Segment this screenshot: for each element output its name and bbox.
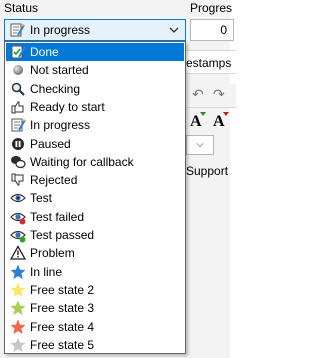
eye-icon xyxy=(10,190,26,206)
list-item-label: Paused xyxy=(30,136,71,151)
list-item-label: Free state 3 xyxy=(30,301,95,316)
in-progress-icon xyxy=(10,117,26,133)
list-item-label: Free state 2 xyxy=(30,282,95,297)
list-item-label: Not started xyxy=(30,63,89,78)
list-item-done[interactable]: Done xyxy=(6,43,184,61)
list-item-label: Done xyxy=(30,45,59,59)
status-label: Status xyxy=(4,1,39,15)
list-item-rejected[interactable]: Rejected xyxy=(6,171,184,189)
progress-input[interactable]: 0 xyxy=(190,19,234,41)
status-combobox[interactable]: In progress xyxy=(4,19,186,41)
list-item-free-state-2[interactable]: Free state 2 xyxy=(6,281,184,299)
list-item-test-failed[interactable]: Test failed xyxy=(6,208,184,226)
list-item-test-passed[interactable]: Test passed xyxy=(6,226,184,244)
list-item-test[interactable]: Test xyxy=(6,189,184,207)
magnifier-icon xyxy=(10,81,26,97)
thumbs-down-icon xyxy=(10,172,26,188)
list-item-label: Checking xyxy=(30,81,81,96)
list-item-label: Test passed xyxy=(30,228,95,242)
status-value: In progress xyxy=(30,23,91,37)
chevron-down-icon[interactable]: ⌵ xyxy=(186,135,214,155)
in-progress-icon xyxy=(9,22,25,38)
list-item-label: Rejected xyxy=(30,173,78,188)
font-grow-icon xyxy=(200,112,206,116)
gray-circle-icon xyxy=(10,62,26,78)
pause-icon xyxy=(10,136,26,152)
list-item-label: Free state 4 xyxy=(30,319,95,334)
list-item-label: Free state 5 xyxy=(30,337,95,352)
eye-red-icon xyxy=(10,209,26,225)
eye-green-icon xyxy=(10,227,26,243)
list-item-free-state-4[interactable]: Free state 4 xyxy=(6,318,184,336)
thumbs-up-icon xyxy=(10,99,26,115)
list-item-not-started[interactable]: Not started xyxy=(6,61,184,79)
list-item-label: Test xyxy=(30,191,53,206)
yellow-star-icon xyxy=(10,282,26,298)
list-item-paused[interactable]: Paused xyxy=(6,135,184,153)
support-text: Support xyxy=(186,164,229,178)
red-star-icon xyxy=(10,319,26,335)
speech-bubbles-icon xyxy=(10,154,26,170)
list-item-label: Test failed xyxy=(30,209,85,224)
list-item-label: Problem xyxy=(30,246,75,261)
list-item-in-progress[interactable]: In progress xyxy=(6,116,184,134)
list-item-problem[interactable]: Problem xyxy=(6,244,184,262)
list-item-waiting-for-callback[interactable]: Waiting for callback xyxy=(6,153,184,171)
redo-icon[interactable]: ↷ xyxy=(213,86,225,103)
warning-icon xyxy=(10,245,26,261)
list-item-in-line[interactable]: In line xyxy=(6,263,184,281)
done-checklist-icon xyxy=(10,44,26,60)
tab-timestamps[interactable]: estamps xyxy=(186,56,231,70)
list-item-free-state-5[interactable]: Free state 5 xyxy=(6,336,184,354)
status-dropdown-list[interactable]: Done Not started Checking Ready to start xyxy=(4,41,186,354)
list-item-label: In line xyxy=(30,264,63,279)
undo-icon[interactable]: ↶ xyxy=(192,86,204,103)
green-star-icon xyxy=(10,300,26,316)
list-item-checking[interactable]: Checking xyxy=(6,80,184,98)
list-item-label: Waiting for callback xyxy=(30,154,134,169)
list-item-free-state-3[interactable]: Free state 3 xyxy=(6,299,184,317)
list-item-label: Ready to start xyxy=(30,99,105,114)
list-item-label: In progress xyxy=(30,118,91,133)
font-shrink-icon xyxy=(223,112,229,116)
gray-star-icon xyxy=(10,337,26,353)
chevron-down-icon[interactable] xyxy=(168,22,180,38)
progress-label: Progres xyxy=(190,1,233,15)
list-item-ready-to-start[interactable]: Ready to start xyxy=(6,98,184,116)
blue-star-icon xyxy=(10,264,26,280)
